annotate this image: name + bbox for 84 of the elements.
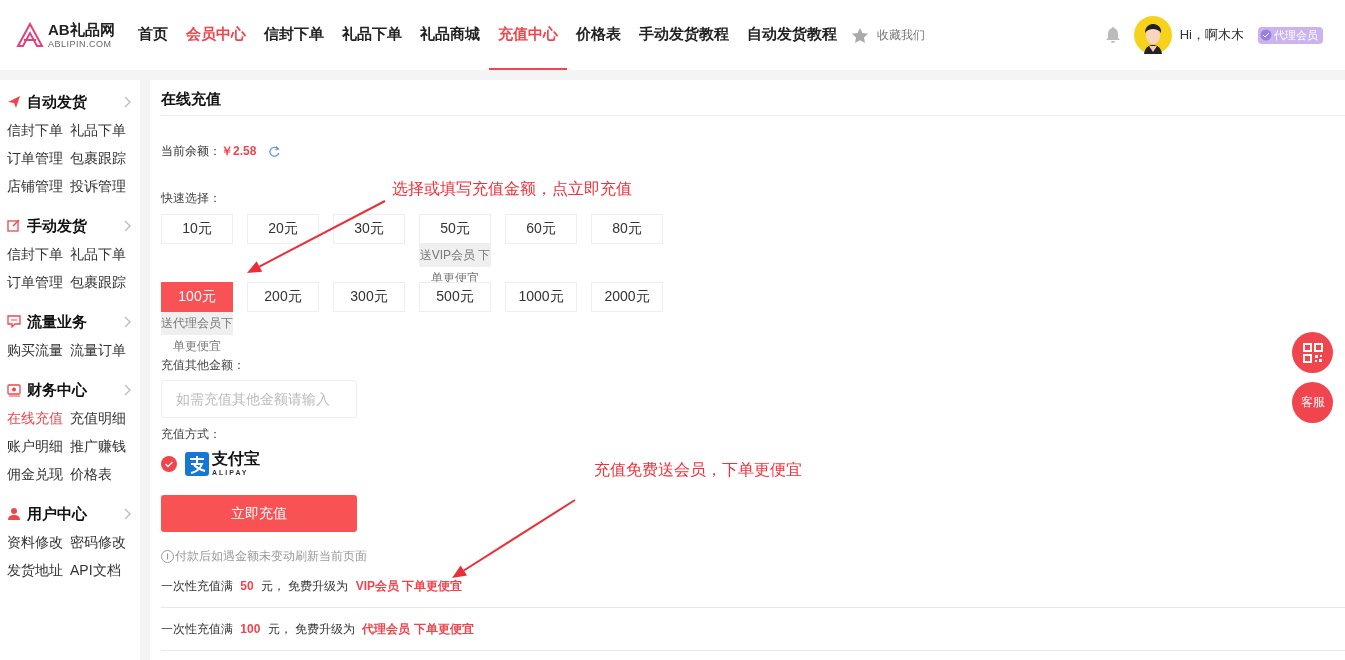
edit-icon — [7, 219, 21, 233]
annotation-text: 选择或填写充值金额，点立即充值 — [392, 179, 632, 199]
other-amount-label: 充值其他金额： — [161, 357, 245, 374]
sidebar-link[interactable]: 订单管理 — [7, 273, 70, 292]
member-badge: 代理会员 — [1258, 26, 1323, 44]
star-icon[interactable] — [851, 27, 868, 43]
wallet-icon — [7, 383, 21, 397]
user-greeting: Hi，啊木木 — [1179, 26, 1244, 44]
amount-option[interactable]: 1000元 — [505, 282, 577, 312]
panel-title: 在线充值 — [161, 80, 1345, 116]
chevron-icon[interactable] — [123, 316, 132, 328]
alipay-icon — [185, 451, 209, 476]
sidebar-link[interactable]: 信封下单 — [7, 245, 70, 264]
nav-tab[interactable]: 自动发货教程 — [737, 0, 846, 70]
payment-method-label: 充值方式： — [161, 426, 221, 443]
annotation-text: 充值免费送会员，下单更便宜 — [594, 460, 802, 480]
sidebar-link[interactable]: 发货地址 — [7, 561, 70, 580]
section-title[interactable]: 自动发货 — [27, 92, 87, 112]
sidebar-link[interactable]: 资料修改 — [7, 533, 70, 552]
nav-tab[interactable]: 价格表 — [566, 0, 630, 70]
sidebar-link[interactable]: 包裹跟踪 — [70, 149, 133, 168]
user-icon — [7, 507, 21, 521]
chat-icon — [7, 315, 21, 329]
sidebar-link[interactable]: 包裹跟踪 — [70, 273, 133, 292]
sidebar-link[interactable]: API文档 — [70, 561, 133, 580]
nav-tab[interactable]: 会员中心 — [176, 0, 255, 70]
amount-option[interactable]: 500元 — [419, 282, 491, 312]
amount-option[interactable]: 50元 — [419, 214, 491, 244]
quick-select-label: 快速选择： — [161, 190, 221, 207]
sidebar-link[interactable]: 价格表 — [70, 465, 133, 484]
amount-option[interactable]: 80元 — [591, 214, 663, 244]
balance-label: 当前余额： — [161, 142, 221, 160]
sidebar-link[interactable]: 充值明细 — [70, 409, 133, 428]
nav-tab[interactable]: 手动发货教程 — [629, 0, 738, 70]
offer-text: 一次性充值满 100 元， 免费升级为 代理会员 下单更便宜 — [161, 620, 475, 638]
info-icon — [161, 550, 174, 563]
chevron-icon[interactable] — [123, 96, 132, 108]
qr-code-icon — [1301, 341, 1324, 364]
sidebar-link[interactable]: 店铺管理 — [7, 177, 70, 196]
chevron-icon[interactable] — [123, 384, 132, 396]
sidebar-link[interactable]: 信封下单 — [7, 121, 70, 140]
payment-tip: 付款后如遇金额未变动刷新当前页面 — [175, 548, 367, 565]
logo-title: AB礼品网 — [48, 21, 115, 37]
amount-option[interactable]: 2000元 — [591, 282, 663, 312]
amount-input[interactable]: 如需充值其他金额请输入 — [161, 380, 357, 418]
sidebar-link[interactable]: 密码修改 — [70, 533, 133, 552]
sidebar-link[interactable]: 账户明细 — [7, 437, 70, 456]
amount-option[interactable]: 60元 — [505, 214, 577, 244]
nav-tab[interactable]: 充值中心 — [488, 0, 567, 70]
payment-name: 支付宝 — [212, 451, 260, 467]
avatar-icon[interactable] — [1133, 16, 1172, 54]
nav-tab[interactable]: 礼品下单 — [332, 0, 411, 70]
section-title[interactable]: 用户中心 — [27, 504, 87, 524]
amount-option[interactable]: 200元 — [247, 282, 319, 312]
balance-amount: ￥2.58 — [221, 142, 257, 160]
nav-tab[interactable]: 礼品商城 — [410, 0, 489, 70]
offer-text: 一次性充值满 50 元， 免费升级为 VIP会员 下单更便宜 — [161, 577, 464, 595]
amount-option[interactable]: 10元 — [161, 214, 233, 244]
sidebar-link[interactable]: 购买流量 — [7, 341, 70, 360]
sidebar-link[interactable]: 推广赚钱 — [70, 437, 133, 456]
sidebar-link[interactable]: 佣金兑现 — [7, 465, 70, 484]
logo-domain: ABLIPIN.COM — [48, 39, 113, 49]
radio-check-icon[interactable] — [161, 455, 177, 472]
sidebar-link[interactable]: 在线充值 — [7, 409, 70, 428]
section-title[interactable]: 财务中心 — [27, 380, 87, 400]
refresh-icon[interactable] — [268, 144, 282, 158]
sidebar-link[interactable]: 投诉管理 — [70, 177, 133, 196]
nav-tab[interactable]: 首页 — [128, 0, 177, 70]
amount-option[interactable]: 300元 — [333, 282, 405, 312]
section-title[interactable]: 手动发货 — [27, 216, 87, 236]
amount-option[interactable]: 20元 — [247, 214, 319, 244]
chevron-icon[interactable] — [123, 220, 132, 232]
favorite-link[interactable]: 收藏我们 — [876, 26, 925, 44]
paper-plane-icon — [7, 95, 21, 109]
amount-option[interactable]: 30元 — [333, 214, 405, 244]
nav-tab[interactable]: 信封下单 — [254, 0, 333, 70]
section-title[interactable]: 流量业务 — [27, 312, 87, 332]
bell-icon[interactable] — [1104, 27, 1121, 43]
sidebar-link[interactable]: 流量订单 — [70, 341, 133, 360]
sidebar-link[interactable]: 礼品下单 — [70, 245, 133, 264]
sidebar-link[interactable]: 订单管理 — [7, 149, 70, 168]
chevron-icon[interactable] — [123, 508, 132, 520]
sidebar-link[interactable]: 礼品下单 — [70, 121, 133, 140]
logo-icon — [16, 22, 44, 48]
